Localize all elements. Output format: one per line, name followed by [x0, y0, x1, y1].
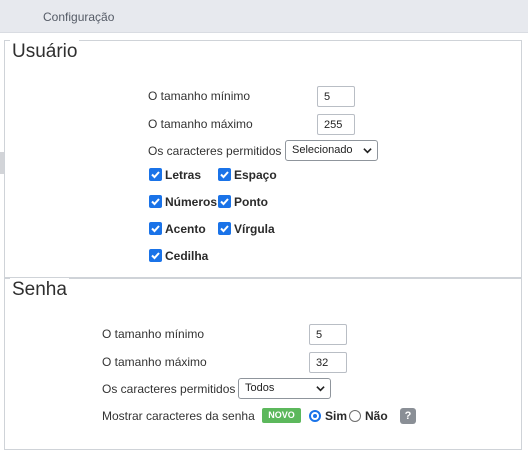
- radio-selected-icon: [309, 410, 321, 422]
- checkbox-label: Vírgula: [234, 222, 275, 236]
- header-bar: Configuração: [0, 0, 528, 33]
- checkbox-virgula[interactable]: Vírgula: [218, 221, 280, 237]
- new-badge: NOVO: [262, 408, 301, 423]
- radio-sim[interactable]: Sim: [309, 409, 348, 424]
- usuario-chars-label: Os caracteres permitidos: [148, 144, 282, 158]
- check-icon: [218, 195, 231, 208]
- checkbox-letras[interactable]: Letras: [149, 167, 209, 183]
- senha-panel: Senha: [4, 278, 522, 450]
- checkbox-cedilha[interactable]: Cedilha: [149, 248, 213, 264]
- checkbox-label: Ponto: [234, 195, 268, 209]
- checkbox-espaco[interactable]: Espaço: [218, 167, 282, 183]
- page-title: Configuração: [43, 10, 115, 24]
- senha-chars-selected: Todos: [245, 382, 275, 394]
- usuario-panel: Usuário: [4, 40, 522, 278]
- checkbox-ponto[interactable]: Ponto: [218, 194, 274, 210]
- senha-min-input[interactable]: 5: [309, 324, 347, 345]
- checkbox-label: Cedilha: [165, 249, 209, 263]
- radio-unselected-icon: [349, 410, 361, 422]
- check-icon: [218, 168, 231, 181]
- senha-min-label: O tamanho mínimo: [102, 327, 205, 341]
- radio-nao[interactable]: Não: [349, 409, 391, 424]
- check-icon: [149, 195, 162, 208]
- usuario-min-input[interactable]: 5: [317, 86, 355, 107]
- check-icon: [149, 222, 162, 235]
- chevron-down-icon: [316, 386, 325, 392]
- senha-legend: Senha: [10, 278, 69, 302]
- usuario-chars-selected: Selecionado: [292, 144, 353, 156]
- usuario-legend: Usuário: [10, 40, 80, 64]
- checkbox-label: Espaço: [234, 168, 277, 182]
- checkbox-label: Números: [165, 195, 218, 209]
- help-icon[interactable]: ?: [400, 408, 416, 424]
- checkbox-numeros[interactable]: Números: [149, 194, 217, 210]
- checkbox-label: Letras: [165, 168, 202, 182]
- senha-max-label: O tamanho máximo: [102, 355, 207, 369]
- usuario-max-input[interactable]: 255: [317, 114, 355, 135]
- radio-sim-label: Sim: [325, 409, 348, 423]
- senha-chars-label: Os caracteres permitidos: [102, 382, 236, 396]
- check-icon: [149, 168, 162, 181]
- usuario-min-label: O tamanho mínimo: [148, 89, 251, 103]
- senha-max-input[interactable]: 32: [309, 352, 347, 373]
- checkbox-acento[interactable]: Acento: [149, 221, 211, 237]
- check-icon: [149, 249, 162, 262]
- show-password-label: Mostrar caracteres da senha: [102, 409, 255, 423]
- usuario-chars-select[interactable]: Selecionado: [285, 140, 378, 161]
- chevron-down-icon: [363, 148, 372, 154]
- usuario-max-label: O tamanho máximo: [148, 117, 253, 131]
- radio-nao-label: Não: [365, 409, 388, 423]
- check-icon: [218, 222, 231, 235]
- checkbox-label: Acento: [165, 222, 206, 236]
- senha-chars-select[interactable]: Todos: [238, 378, 331, 399]
